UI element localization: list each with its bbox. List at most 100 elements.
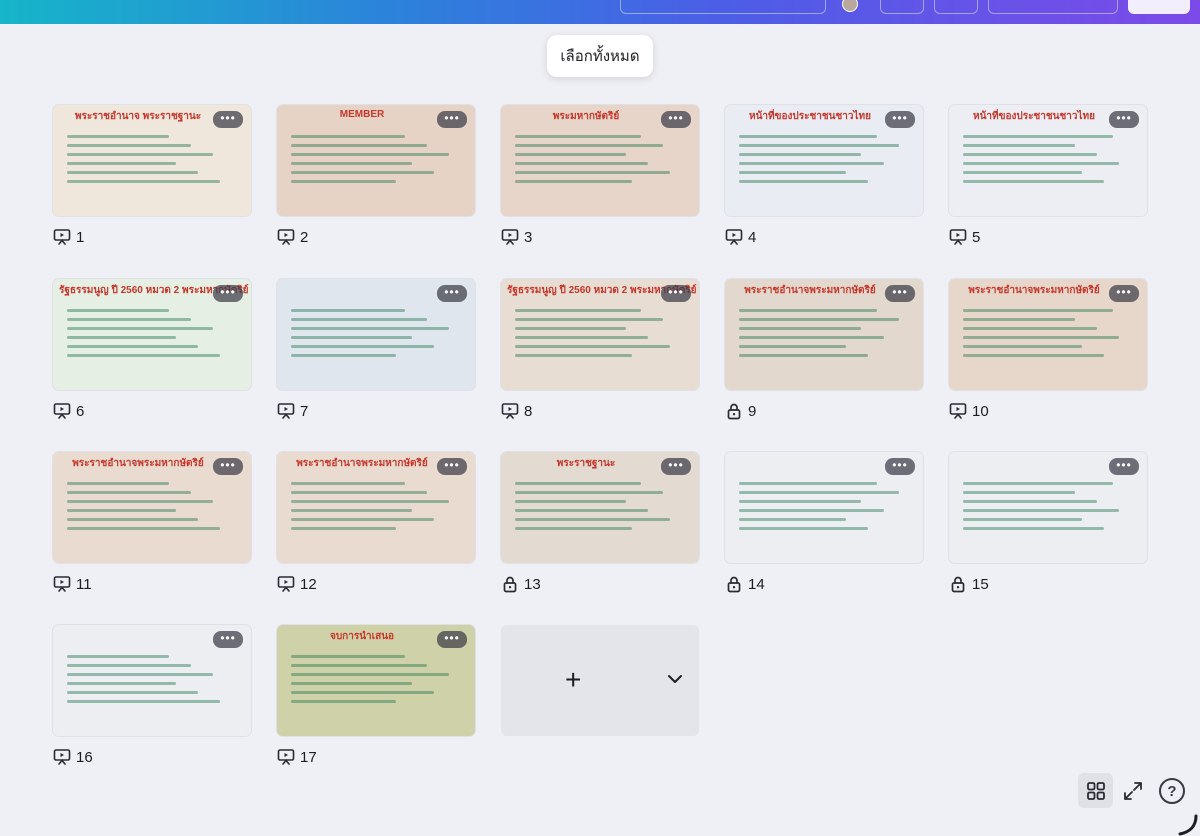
more-options-button[interactable]: ••• xyxy=(885,458,915,475)
slide-content-preview xyxy=(963,303,1133,363)
slide-content-preview xyxy=(515,303,685,363)
presenter-icon xyxy=(501,403,519,419)
slide-card[interactable]: พระราชอำนาจ พระราชฐานะ ••• 1 xyxy=(53,105,251,246)
slide-thumbnail[interactable]: รัฐธรรมนูญ ปี 2560 หมวด 2 พระมหากษัตริย์… xyxy=(501,279,699,390)
slide-card[interactable]: จบการนำเสนอ ••• 17 xyxy=(277,625,475,766)
avatar[interactable] xyxy=(842,0,858,12)
slide-card[interactable]: หน้าที่ของประชาชนชาวไทย ••• 4 xyxy=(725,105,923,246)
resize-handle-icon[interactable] xyxy=(1176,812,1200,836)
slide-thumbnail[interactable]: ••• xyxy=(949,452,1147,563)
slide-thumbnail[interactable]: พระราชอำนาจพระมหากษัตริย์ ••• xyxy=(277,452,475,563)
slide-thumbnail[interactable]: จบการนำเสนอ ••• xyxy=(277,625,475,736)
slide-content-preview xyxy=(739,129,909,189)
header-bar xyxy=(0,0,1200,24)
more-options-button[interactable]: ••• xyxy=(1109,111,1139,128)
slide-number: 5 xyxy=(972,228,981,246)
slide-thumbnail[interactable]: พระราชอำนาจพระมหากษัตริย์ ••• xyxy=(725,279,923,390)
presenter-icon xyxy=(277,749,295,765)
more-options-button[interactable]: ••• xyxy=(661,111,691,128)
slide-meta: 4 xyxy=(725,228,923,246)
slide-number: 2 xyxy=(300,228,309,246)
slide-card[interactable]: ••• 14 xyxy=(725,452,923,593)
grid-view-button[interactable] xyxy=(1078,773,1113,808)
more-options-button[interactable]: ••• xyxy=(885,285,915,302)
slide-thumbnail[interactable]: หน้าที่ของประชาชนชาวไทย ••• xyxy=(949,105,1147,216)
slide-card[interactable]: ••• 7 xyxy=(277,279,475,420)
slide-content-preview xyxy=(67,303,237,363)
slide-thumbnail[interactable]: MEMBER ••• xyxy=(277,105,475,216)
slide-thumbnail[interactable]: พระราชฐานะ ••• xyxy=(501,452,699,563)
slide-meta: 2 xyxy=(277,228,475,246)
slide-thumbnail[interactable]: ••• xyxy=(53,625,251,736)
more-options-button[interactable]: ••• xyxy=(437,631,467,648)
more-options-button[interactable]: ••• xyxy=(661,458,691,475)
slide-card[interactable]: พระราชฐานะ ••• 13 xyxy=(501,452,699,593)
presenter-icon xyxy=(277,575,295,593)
presenter-icon xyxy=(949,229,967,245)
slide-card[interactable]: พระมหากษัตริย์ ••• 3 xyxy=(501,105,699,246)
slide-content-preview xyxy=(291,303,461,363)
lock-icon xyxy=(951,576,965,593)
slide-content-preview xyxy=(67,649,237,709)
add-slide-button[interactable]: + xyxy=(501,625,699,736)
select-all-button[interactable]: เลือกทั้งหมด xyxy=(547,35,653,77)
presenter-icon xyxy=(277,576,295,592)
more-options-button[interactable]: ••• xyxy=(213,458,243,475)
slide-thumbnail[interactable]: ••• xyxy=(725,452,923,563)
search-box[interactable] xyxy=(620,0,826,14)
lock-icon xyxy=(725,402,743,420)
slide-number: 3 xyxy=(524,228,533,246)
slide-thumbnail[interactable]: ••• xyxy=(277,279,475,390)
slide-number: 4 xyxy=(748,228,757,246)
more-options-button[interactable]: ••• xyxy=(885,111,915,128)
slide-card[interactable]: ••• 15 xyxy=(949,452,1147,593)
presenter-icon xyxy=(53,402,71,420)
slide-card[interactable]: พระราชอำนาจพระมหากษัตริย์ ••• 12 xyxy=(277,452,475,593)
publish-button[interactable] xyxy=(988,0,1118,14)
slide-meta: 6 xyxy=(53,402,251,420)
slide-content-preview xyxy=(963,129,1133,189)
more-options-button[interactable]: ••• xyxy=(661,285,691,302)
slide-content-preview xyxy=(291,649,461,709)
slide-meta: 16 xyxy=(53,748,251,766)
slide-thumbnail[interactable]: รัฐธรรมนูญ ปี 2560 หมวด 2 พระมหากษัตริย์… xyxy=(53,279,251,390)
slide-card[interactable]: ••• 16 xyxy=(53,625,251,766)
slide-card[interactable]: พระราชอำนาจพระมหากษัตริย์ ••• 11 xyxy=(53,452,251,593)
more-options-button[interactable]: ••• xyxy=(213,631,243,648)
presenter-icon xyxy=(53,228,71,246)
present-button[interactable] xyxy=(934,0,978,14)
slide-card[interactable]: หน้าที่ของประชาชนชาวไทย ••• 5 xyxy=(949,105,1147,246)
presenter-icon xyxy=(501,229,519,245)
lock-icon xyxy=(501,575,519,593)
slide-content-preview xyxy=(67,129,237,189)
share-button[interactable] xyxy=(880,0,924,14)
slide-number: 14 xyxy=(748,575,765,593)
slide-card[interactable]: รัฐธรรมนูญ ปี 2560 หมวด 2 พระมหากษัตริย์… xyxy=(53,279,251,420)
slide-number: 15 xyxy=(972,575,989,593)
account-button[interactable] xyxy=(1128,0,1190,14)
slide-thumbnail[interactable]: พระราชอำนาจพระมหากษัตริย์ ••• xyxy=(53,452,251,563)
more-options-button[interactable]: ••• xyxy=(213,111,243,128)
slide-thumbnail[interactable]: พระมหากษัตริย์ ••• xyxy=(501,105,699,216)
slide-card[interactable]: MEMBER ••• 2 xyxy=(277,105,475,246)
more-options-button[interactable]: ••• xyxy=(1109,285,1139,302)
slide-card[interactable]: รัฐธรรมนูญ ปี 2560 หมวด 2 พระมหากษัตริย์… xyxy=(501,279,699,420)
slide-meta: 11 xyxy=(53,575,251,593)
fullscreen-button[interactable] xyxy=(1118,776,1148,806)
slide-thumbnail[interactable]: พระราชอำนาจพระมหากษัตริย์ ••• xyxy=(949,279,1147,390)
help-button[interactable]: ? xyxy=(1159,778,1185,804)
more-options-button[interactable]: ••• xyxy=(437,285,467,302)
chevron-down-icon[interactable] xyxy=(667,673,683,685)
slide-meta: 5 xyxy=(949,228,1147,246)
more-options-button[interactable]: ••• xyxy=(437,111,467,128)
presenter-icon xyxy=(277,403,295,419)
more-options-button[interactable]: ••• xyxy=(213,285,243,302)
slide-thumbnail[interactable]: พระราชอำนาจ พระราชฐานะ ••• xyxy=(53,105,251,216)
more-options-button[interactable]: ••• xyxy=(437,458,467,475)
presenter-icon xyxy=(277,228,295,246)
slide-thumbnail[interactable]: หน้าที่ของประชาชนชาวไทย ••• xyxy=(725,105,923,216)
slide-card[interactable]: พระราชอำนาจพระมหากษัตริย์ ••• 10 xyxy=(949,279,1147,420)
slide-meta: 7 xyxy=(277,402,475,420)
more-options-button[interactable]: ••• xyxy=(1109,458,1139,475)
slide-card[interactable]: พระราชอำนาจพระมหากษัตริย์ ••• 9 xyxy=(725,279,923,420)
